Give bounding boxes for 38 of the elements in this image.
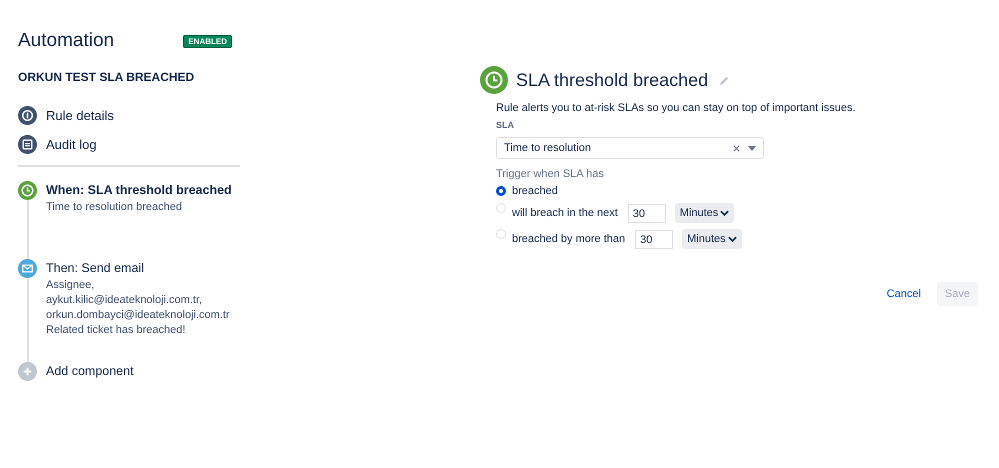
envelope-icon[interactable] [18, 259, 37, 278]
cancel-link[interactable]: Cancel [878, 282, 929, 306]
chevron-down-icon [728, 236, 737, 242]
step-detail: Assignee, [46, 278, 96, 293]
clock-icon[interactable] [18, 181, 37, 200]
number-field[interactable]: 30 [628, 204, 666, 223]
sla-select[interactable]: Time to resolution [496, 137, 764, 159]
clear-icon[interactable] [733, 144, 740, 152]
option-label[interactable]: will breach in the next [512, 207, 618, 219]
number-field[interactable]: 30 [635, 230, 674, 249]
unit-dropdown[interactable]: Minutes [682, 229, 742, 249]
field-label: SLA [496, 120, 515, 130]
step-detail: orkun.dombayci@ideateknoloji.com.tr [46, 308, 230, 323]
info-icon[interactable] [18, 106, 37, 125]
caret-icon [748, 146, 756, 150]
step-detail: aykut.kilic@ideateknoloji.com.tr, [46, 293, 204, 308]
nav-link[interactable]: Audit log [46, 137, 97, 152]
step-title[interactable]: When: SLA threshold breached [46, 181, 232, 200]
option-label[interactable]: breached by more than [512, 233, 626, 245]
add-icon[interactable] [18, 362, 37, 381]
field-label: Trigger when SLA has [496, 168, 605, 180]
step-detail: Time to resolution breached [46, 200, 183, 215]
list-icon[interactable] [18, 135, 37, 154]
chevron-down-icon [720, 210, 730, 216]
page-title: Automation [18, 30, 114, 52]
clock-icon [480, 66, 508, 94]
pencil-icon[interactable] [719, 74, 730, 86]
step-detail: Related ticket has breached! [46, 323, 186, 338]
option-label[interactable]: breached [512, 185, 558, 197]
radio-button[interactable] [496, 186, 506, 196]
step-title[interactable]: Add component [46, 362, 134, 381]
nav-link[interactable]: Rule details [46, 108, 114, 123]
description: Rule alerts you to at-risk SLAs so you can stay on top of important issues. [496, 102, 857, 114]
step-title[interactable]: Then: Send email [46, 259, 230, 278]
status-lozenge: ENABLED [183, 34, 232, 48]
rule-name: ORKUN TEST SLA BREACHED [18, 70, 196, 84]
unit-dropdown[interactable]: Minutes [674, 203, 734, 223]
panel-title: SLA threshold breached [516, 70, 708, 90]
